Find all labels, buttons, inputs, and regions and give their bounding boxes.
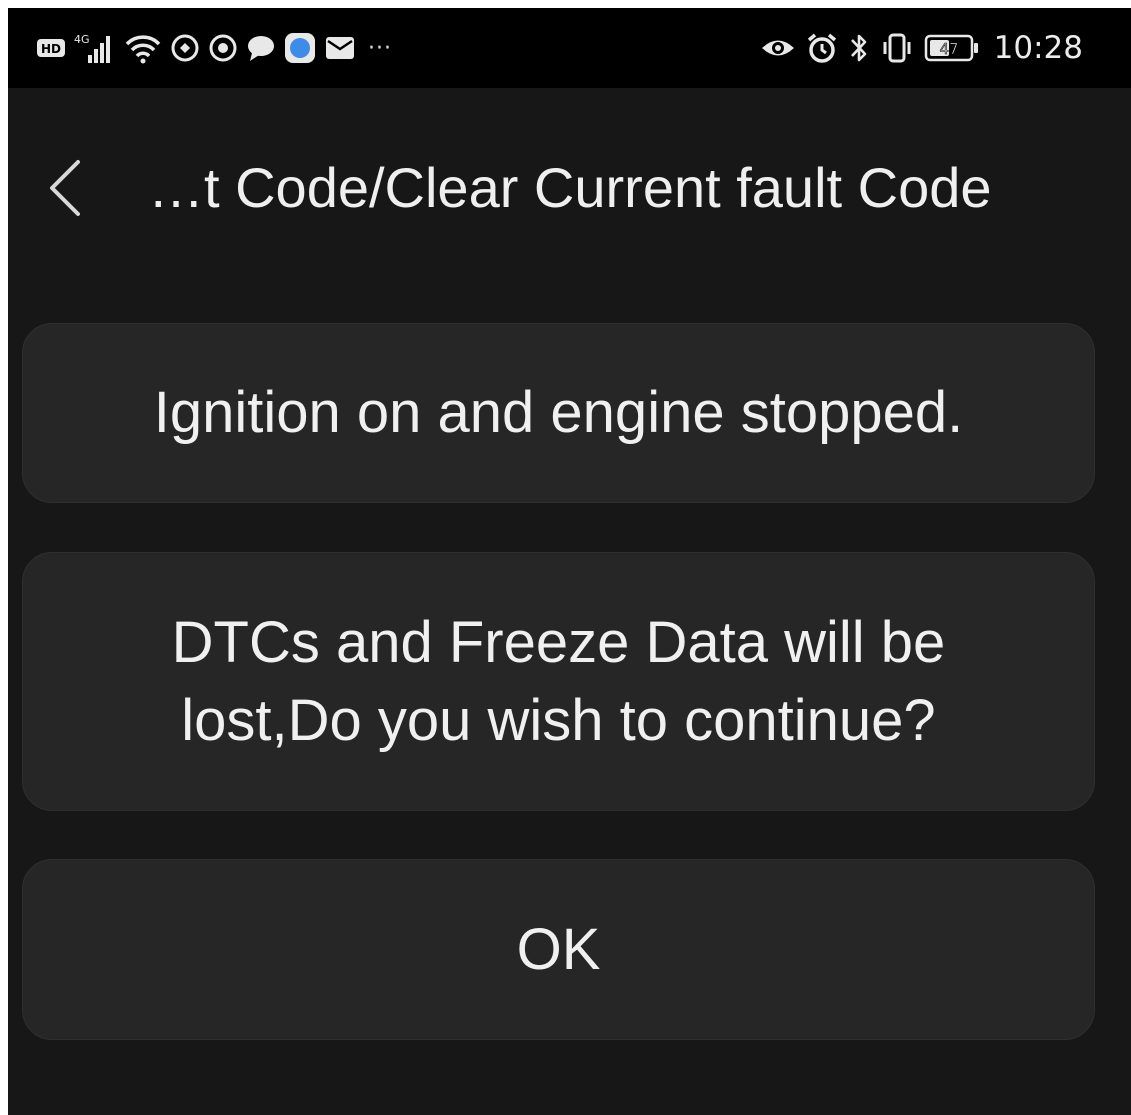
mail-icon [324, 33, 356, 63]
status-bar-right: 47 10:28 [760, 24, 1083, 72]
network-type-label: 4G [74, 33, 90, 46]
wifi-icon [124, 32, 162, 64]
ignition-status-text: Ignition on and engine stopped. [153, 380, 964, 445]
status-bar: HD 4G ··· 47 10:28 [8, 8, 1131, 88]
signal-icon: 4G [74, 31, 116, 65]
warning-line-1: DTCs and Freeze Data will be [171, 609, 946, 675]
status-overflow-indicator: ··· [368, 35, 392, 61]
chevron-left-icon [50, 160, 80, 216]
hd-icon: HD [36, 36, 66, 60]
bluetooth-icon [848, 31, 870, 65]
back-button[interactable] [34, 150, 94, 226]
chat-icon [246, 33, 276, 63]
ok-button[interactable]: OK [22, 859, 1095, 1040]
browser-icon [284, 32, 316, 64]
vibrate-icon [880, 32, 914, 64]
app-icon [208, 33, 238, 63]
app-bar: …t Code/Clear Current fault Code [8, 126, 1131, 246]
page-title: …t Code/Clear Current fault Code [148, 156, 992, 219]
vpn-icon [170, 33, 200, 63]
svg-text:HD: HD [41, 42, 61, 56]
status-bar-left: HD 4G ··· [36, 24, 392, 72]
warning-message: DTCs and Freeze Data will be lost,Do you… [172, 604, 946, 760]
status-time: 10:28 [993, 30, 1083, 66]
warning-card: DTCs and Freeze Data will be lost,Do you… [22, 552, 1095, 811]
ok-button-label: OK [516, 916, 601, 982]
eye-icon [760, 35, 796, 61]
app-screen: HD 4G ··· 47 10:28 …t Code/Clear Current… [8, 8, 1131, 1115]
battery-icon: 47 [924, 32, 980, 64]
alarm-icon [806, 32, 838, 64]
ignition-status-card: Ignition on and engine stopped. [22, 323, 1095, 503]
warning-line-2: lost,Do you wish to continue? [181, 687, 936, 753]
battery-level: 47 [939, 40, 958, 58]
